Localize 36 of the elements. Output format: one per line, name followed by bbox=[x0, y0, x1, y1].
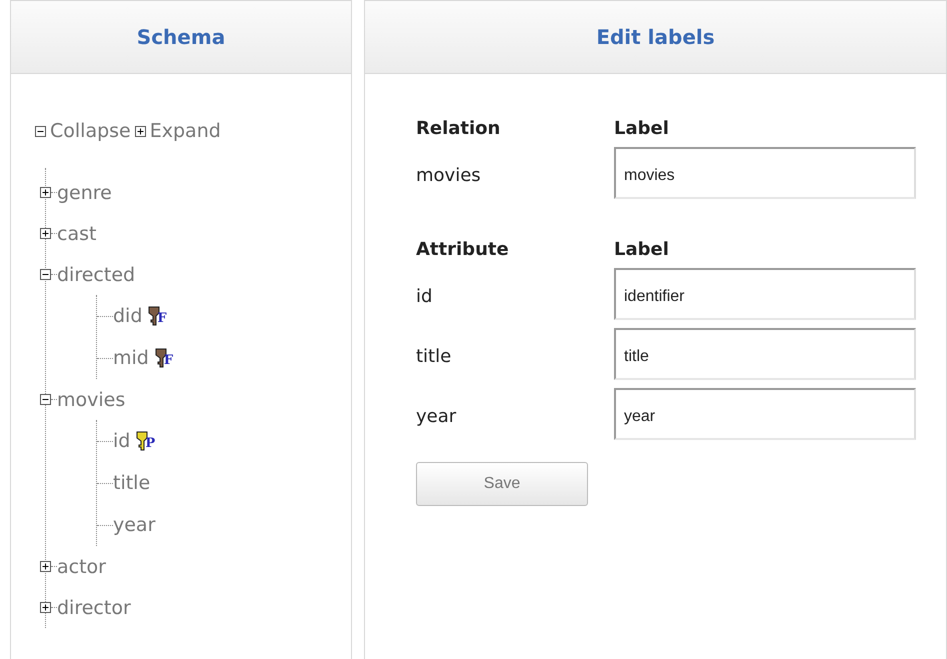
label-field[interactable]: year bbox=[614, 388, 916, 440]
save-button[interactable]: Save bbox=[416, 462, 588, 506]
label-field[interactable]: movies bbox=[614, 147, 916, 199]
expand-icon[interactable] bbox=[134, 126, 146, 136]
expand-icon[interactable] bbox=[40, 187, 51, 198]
column-heading: Relation bbox=[416, 118, 502, 139]
expand-icon[interactable] bbox=[40, 602, 51, 613]
panel-title: Schema bbox=[136, 25, 226, 49]
collapse-icon[interactable] bbox=[40, 269, 51, 280]
attribute-name: title bbox=[416, 346, 452, 366]
column-heading: Attribute bbox=[416, 239, 510, 260]
tree-item[interactable]: title bbox=[113, 472, 150, 494]
relation-name: movies bbox=[416, 164, 482, 186]
tree-item[interactable]: id bbox=[113, 430, 130, 452]
expand-icon[interactable] bbox=[40, 228, 51, 239]
column-heading: Label bbox=[614, 239, 670, 260]
panel-title: Edit labels bbox=[596, 25, 715, 49]
attribute-name: id bbox=[416, 286, 434, 306]
expand-link[interactable]: Expand bbox=[150, 120, 221, 142]
tree-item[interactable]: cast bbox=[57, 222, 96, 244]
tree-item[interactable]: directed bbox=[57, 264, 136, 286]
collapse-link[interactable]: Collapse bbox=[50, 120, 131, 142]
tree-item[interactable]: director bbox=[57, 596, 131, 618]
collapse-icon[interactable] bbox=[35, 126, 46, 136]
expand-icon[interactable] bbox=[40, 561, 51, 572]
tree-item[interactable]: year bbox=[113, 514, 156, 536]
tree-item[interactable]: movies bbox=[57, 388, 126, 410]
label-field[interactable]: title bbox=[614, 328, 916, 380]
label-field[interactable]: identifier bbox=[614, 268, 916, 320]
tree-item[interactable]: mid bbox=[113, 347, 149, 369]
collapse-icon[interactable] bbox=[40, 394, 51, 405]
tree-item[interactable]: did bbox=[113, 305, 142, 327]
attribute-name: year bbox=[416, 406, 458, 426]
column-heading: Label bbox=[614, 118, 670, 139]
tree-item[interactable]: genre bbox=[57, 182, 112, 204]
tree-item[interactable]: actor bbox=[57, 556, 106, 578]
